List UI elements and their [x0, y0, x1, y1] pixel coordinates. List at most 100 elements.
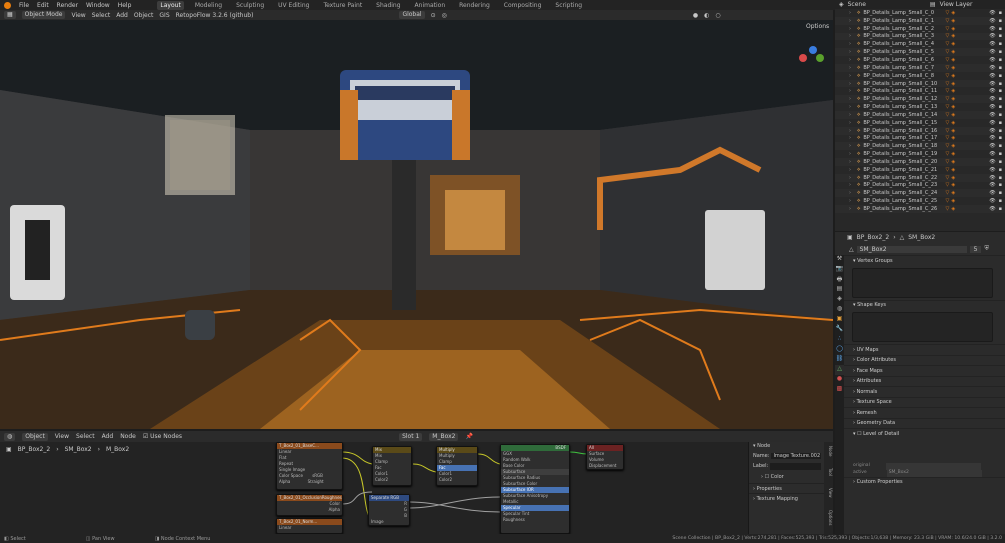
render-camera-icon[interactable]: ▪ [999, 26, 1002, 32]
menu-select[interactable]: Select [76, 433, 95, 440]
retopoflow-menu[interactable]: RetopoFlow 3.2.6 (github) [176, 12, 254, 19]
node-name-field[interactable]: Image Texture.002 [771, 453, 821, 459]
panel-texture-space[interactable]: › Texture Space [835, 396, 1005, 408]
outliner-row[interactable]: › ⟡ BP_Details_Lamp_Small_C_23 ▽ ◈ 👁 ▪ [835, 182, 1005, 190]
panel-vertex-groups[interactable]: ▾ Vertex Groups [835, 255, 1005, 266]
object-mode-dropdown[interactable]: Object Mode [21, 11, 66, 19]
visibility-eye-icon[interactable]: 👁 [989, 182, 995, 188]
fake-user-icon[interactable]: ⛨ [984, 245, 989, 253]
breadcrumb-mesh[interactable]: SM_Box2 [65, 446, 92, 453]
visibility-eye-icon[interactable]: 👁 [989, 65, 995, 71]
menu-view[interactable]: View [71, 12, 85, 19]
render-camera-icon[interactable]: ▪ [999, 190, 1002, 196]
render-camera-icon[interactable]: ▪ [999, 18, 1002, 24]
vertex-groups-list[interactable] [852, 267, 993, 298]
expand-arrow-icon[interactable]: › [849, 182, 851, 188]
blender-logo-icon[interactable] [4, 1, 11, 9]
expand-arrow-icon[interactable]: › [849, 120, 851, 126]
output-tab-icon[interactable]: 🖶 [835, 275, 844, 285]
visibility-eye-icon[interactable]: 👁 [989, 81, 995, 87]
snap-icon[interactable]: ⊙ [431, 12, 436, 19]
outliner-row[interactable]: › ⟡ BP_Details_Lamp_Small_C_16 ▽ ◈ 👁 ▪ [835, 126, 1005, 135]
outliner-row[interactable]: › ⟡ BP_Details_Lamp_Small_C_14 ▽ ◈ 👁 ▪ [835, 110, 1005, 119]
tab-modeling[interactable]: Modeling [192, 1, 225, 10]
render-camera-icon[interactable]: ▪ [999, 41, 1002, 47]
expand-arrow-icon[interactable]: › [849, 151, 851, 157]
render-camera-icon[interactable]: ▪ [999, 167, 1002, 173]
properties-subpanel[interactable]: › Properties [749, 483, 824, 493]
sidebar-tab-tool[interactable]: Tool [824, 468, 833, 476]
visibility-eye-icon[interactable]: 👁 [989, 112, 995, 118]
breadcrumb-object[interactable]: BP_Box2_2 [18, 446, 51, 453]
editor-type-icon[interactable]: ▦ [4, 11, 16, 19]
interpolation-field[interactable]: Linear [277, 525, 342, 531]
outliner-row[interactable]: › ⟡ BP_Details_Lamp_Small_C_26 ▽ ◈ 👁 ▪ [835, 205, 1005, 213]
expand-arrow-icon[interactable]: › [849, 26, 851, 32]
tab-animation[interactable]: Animation [412, 1, 449, 10]
visibility-eye-icon[interactable]: 👁 [989, 167, 995, 173]
world-tab-icon[interactable]: ◍ [835, 305, 844, 315]
outliner-row[interactable]: › ⟡ BP_Details_Lamp_Small_C_3 ▽ ◈ 👁 ▪ [835, 32, 1005, 41]
expand-arrow-icon[interactable]: › [849, 159, 851, 165]
render-camera-icon[interactable]: ▪ [999, 104, 1002, 110]
expand-arrow-icon[interactable]: › [849, 128, 851, 134]
render-camera-icon[interactable]: ▪ [999, 65, 1002, 71]
multiply-node[interactable]: Multiply Multiply Clamp Fac Color1 Color… [436, 446, 478, 486]
image-texture-node-orm[interactable]: T_Box2_01_OcclusionRoughnessMetallic Col… [276, 494, 343, 516]
user-count-badge[interactable]: 5 [969, 245, 982, 253]
modifiers-tab-icon[interactable]: 🔧 [835, 325, 844, 335]
tab-layout[interactable]: Layout [157, 0, 184, 10]
outliner-row[interactable]: › ⟡ BP_Details_Lamp_Small_C_5 ▽ ◈ 👁 ▪ [835, 48, 1005, 57]
outliner-row[interactable]: › ⟡ BP_Details_Lamp_Small_C_11 ▽ ◈ 👁 ▪ [835, 87, 1005, 95]
tab-compositing[interactable]: Compositing [501, 1, 545, 10]
panel-shape-keys[interactable]: ▾ Shape Keys [835, 299, 1005, 311]
expand-arrow-icon[interactable]: › [849, 190, 851, 196]
view-layer-selector[interactable]: View Layer [940, 1, 973, 8]
render-camera-icon[interactable]: ▪ [999, 151, 1002, 157]
expand-arrow-icon[interactable]: › [849, 57, 851, 63]
scene-selector[interactable]: Scene [848, 1, 866, 8]
menu-object[interactable]: Object [134, 12, 154, 19]
render-camera-icon[interactable]: ▪ [999, 96, 1002, 102]
expand-arrow-icon[interactable]: › [849, 88, 851, 94]
panel-normals[interactable]: › Normals [835, 386, 1005, 397]
menu-file[interactable]: File [19, 2, 29, 9]
shader-type-dropdown[interactable]: Object [22, 432, 48, 441]
visibility-eye-icon[interactable]: 👁 [989, 96, 995, 102]
visibility-eye-icon[interactable]: 👁 [989, 73, 995, 79]
render-camera-icon[interactable]: ▪ [999, 88, 1002, 94]
expand-arrow-icon[interactable]: › [849, 73, 851, 79]
menu-view[interactable]: View [55, 433, 69, 440]
mesh-data-tab-icon[interactable]: △ [835, 365, 844, 375]
visibility-eye-icon[interactable]: 👁 [989, 120, 995, 126]
visibility-eye-icon[interactable]: 👁 [989, 135, 995, 141]
render-camera-icon[interactable]: ▪ [999, 73, 1002, 79]
outliner-row[interactable]: › ⟡ BP_Details_Lamp_Small_C_12 ▽ ◈ 👁 ▪ [835, 95, 1005, 104]
expand-arrow-icon[interactable]: › [849, 65, 851, 71]
visibility-eye-icon[interactable]: 👁 [989, 159, 995, 165]
menu-help[interactable]: Help [118, 2, 132, 9]
expand-arrow-icon[interactable]: › [849, 41, 851, 47]
render-camera-icon[interactable]: ▪ [999, 49, 1002, 55]
visibility-eye-icon[interactable]: 👁 [989, 88, 995, 94]
slot-dropdown[interactable]: Slot 1 [399, 432, 423, 441]
tab-uv-editing[interactable]: UV Editing [275, 1, 312, 10]
render-camera-icon[interactable]: ▪ [999, 57, 1002, 63]
expand-arrow-icon[interactable]: › [849, 167, 851, 173]
material-tab-icon[interactable]: ● [835, 375, 844, 385]
menu-edit[interactable]: Edit [37, 2, 49, 9]
color-space-value[interactable]: sRGB [312, 473, 323, 478]
panel-uv-maps[interactable]: › UV Maps [835, 344, 1005, 355]
render-camera-icon[interactable]: ▪ [999, 182, 1002, 188]
lod-active-field[interactable]: SM_Box2 [886, 469, 982, 477]
render-camera-icon[interactable]: ▪ [999, 81, 1002, 87]
visibility-eye-icon[interactable]: 👁 [989, 175, 995, 181]
expand-arrow-icon[interactable]: › [849, 96, 851, 102]
sidebar-tab-options[interactable]: Options [824, 510, 833, 525]
outliner-row[interactable]: › ⟡ BP_Details_Lamp_Small_C_15 ▽ ◈ 👁 ▪ [835, 119, 1005, 127]
panel-geometry-data[interactable]: › Geometry Data [835, 417, 1005, 429]
expand-arrow-icon[interactable]: › [849, 175, 851, 181]
constraints-tab-icon[interactable]: ⛓ [835, 355, 844, 365]
expand-arrow-icon[interactable]: › [849, 81, 851, 87]
render-camera-icon[interactable]: ▪ [999, 206, 1002, 212]
